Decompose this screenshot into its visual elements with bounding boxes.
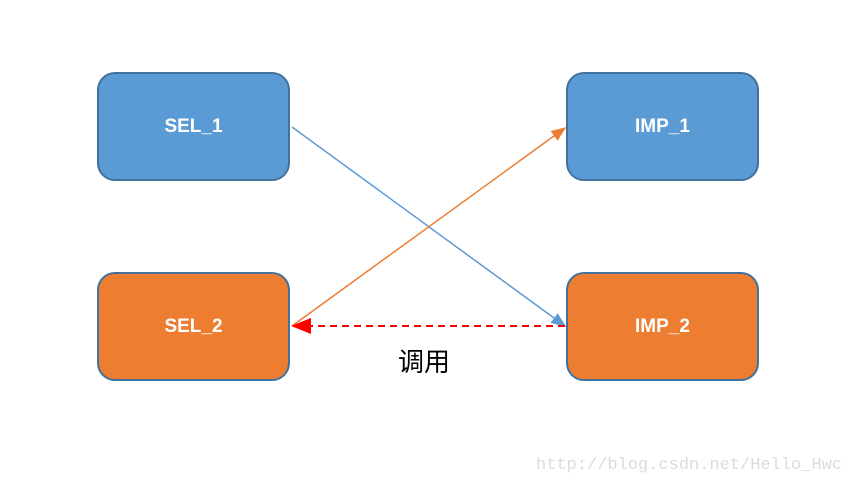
call-label: 调用: [398, 348, 451, 378]
node-sel-1[interactable]: SEL_1: [97, 72, 290, 181]
node-sel-2[interactable]: SEL_2: [97, 272, 290, 381]
node-imp-2[interactable]: IMP_2: [566, 272, 759, 381]
node-label: SEL_2: [164, 315, 223, 337]
watermark: http://blog.csdn.net/Hello_Hwc: [536, 456, 843, 475]
node-label: IMP_2: [635, 315, 690, 337]
node-label: IMP_1: [635, 115, 690, 137]
node-label: SEL_1: [164, 115, 223, 137]
node-imp-1[interactable]: IMP_1: [566, 72, 759, 181]
